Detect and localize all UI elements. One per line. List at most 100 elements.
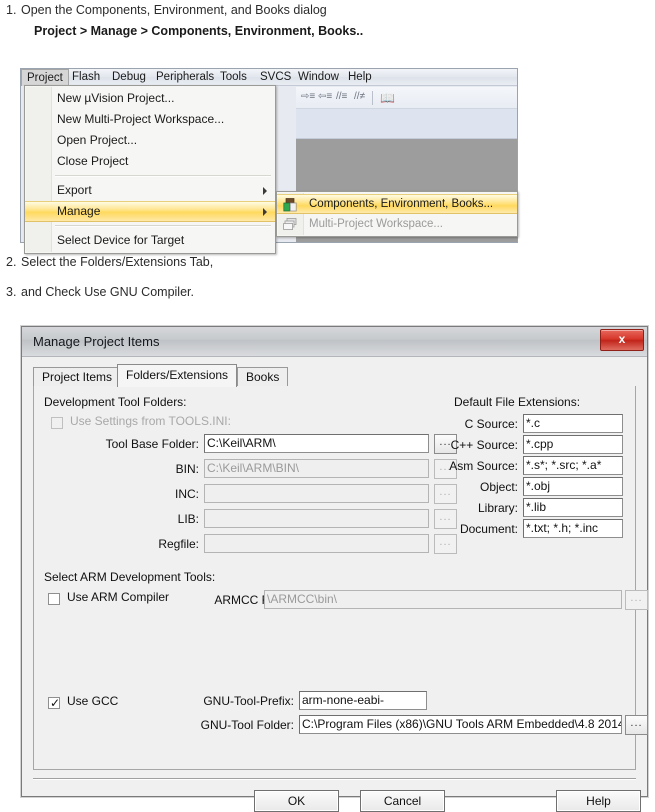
document-input[interactable]: *.txt; *.h; *.inc bbox=[523, 519, 623, 538]
asm-source-label: Asm Source: bbox=[449, 459, 518, 473]
cpp-source-input[interactable]: *.cpp bbox=[523, 435, 623, 454]
lib-label: LIB: bbox=[177, 512, 199, 526]
menubar-item-project[interactable]: Project bbox=[21, 69, 69, 86]
inc-label: INC: bbox=[175, 487, 199, 501]
menu-item-select-device-for-target[interactable]: Select Device for Target bbox=[25, 230, 275, 251]
bin-label: BIN: bbox=[175, 462, 199, 476]
menubar-item-flash[interactable]: Flash bbox=[67, 70, 105, 85]
cpp-source-label: C++ Source: bbox=[450, 438, 518, 452]
default-file-extensions-label: Default File Extensions: bbox=[454, 395, 581, 409]
step-2-number: 2. bbox=[6, 255, 17, 269]
regfile-label: Regfile: bbox=[158, 537, 199, 551]
gnu-tool-folder-browse-button[interactable]: ... bbox=[625, 715, 648, 735]
armcc-folder-browse-button[interactable]: ... bbox=[625, 590, 648, 610]
menu-item-manage-label: Manage bbox=[57, 204, 101, 218]
menu-item-close-project[interactable]: Close Project bbox=[25, 151, 275, 172]
checkmark-icon: ✓ bbox=[50, 696, 61, 710]
c-source-input[interactable]: *.c bbox=[523, 414, 623, 433]
tab-strip: Project Items Folders/Extensions Books bbox=[33, 364, 636, 387]
object-label: Object: bbox=[479, 480, 518, 494]
tab-books[interactable]: Books bbox=[237, 367, 289, 386]
menu-item-export-label: Export bbox=[57, 183, 92, 197]
menubar-item-window[interactable]: Window bbox=[293, 70, 344, 85]
step-3-text: and Check Use GNU Compiler. bbox=[21, 285, 194, 299]
step-3: 3. and Check Use GNU Compiler. bbox=[6, 285, 194, 299]
tool-base-folder-input[interactable]: C:\Keil\ARM\ bbox=[204, 434, 429, 453]
use-settings-from-tools-ini-label: Use Settings from TOOLS.INI: bbox=[70, 414, 231, 428]
comment-lines-icon[interactable]: //≡ bbox=[336, 91, 349, 105]
chevron-right-icon bbox=[263, 207, 267, 216]
submenu-item-components-label: Components, Environment, Books... bbox=[309, 198, 494, 210]
object-input[interactable]: *.obj bbox=[523, 477, 623, 496]
regfile-input[interactable] bbox=[204, 534, 429, 553]
menu-item-manage[interactable]: Manage bbox=[25, 201, 275, 222]
editor-toolbar: ⇨≡ ⇦≡ //≡ //≠ 📖 bbox=[296, 87, 517, 109]
step-1-number: 1. bbox=[6, 3, 17, 17]
books-icon[interactable]: 📖 bbox=[380, 91, 395, 105]
chevron-right-icon bbox=[263, 186, 267, 195]
document-label: Document: bbox=[459, 522, 518, 536]
indent-right-icon[interactable]: ⇨≡ bbox=[301, 91, 315, 105]
menu-item-new-multi-project-ws[interactable]: New Multi-Project Workspace... bbox=[25, 109, 275, 130]
menubar-item-tools[interactable]: Tools bbox=[215, 70, 252, 85]
step-1-subtext: Project > Manage > Components, Environme… bbox=[34, 24, 364, 38]
library-input[interactable]: *.lib bbox=[523, 498, 623, 517]
asm-source-input[interactable]: *.s*; *.src; *.a* bbox=[523, 456, 623, 475]
project-dropdown-menu: New µVision Project... New Multi-Project… bbox=[24, 85, 276, 254]
gnu-tool-folder-label: GNU-Tool Folder: bbox=[200, 718, 294, 732]
menu-separator bbox=[55, 225, 271, 227]
menubar-item-svcs[interactable]: SVCS bbox=[255, 70, 296, 85]
bin-input[interactable]: C:\Keil\ARM\BIN\ bbox=[204, 459, 429, 478]
components-books-icon bbox=[283, 198, 298, 212]
editor-tab-band bbox=[296, 109, 517, 139]
use-gcc-checkbox[interactable]: ✓ bbox=[48, 697, 60, 709]
use-arm-compiler-label: Use ARM Compiler bbox=[67, 590, 170, 604]
menu-item-new-uvision-project[interactable]: New µVision Project... bbox=[25, 88, 275, 109]
submenu-item-multi-project-workspace[interactable]: Multi-Project Workspace... bbox=[277, 214, 517, 234]
development-tool-folders-label: Development Tool Folders: bbox=[44, 395, 187, 409]
step-1: 1. Open the Components, Environment, and … bbox=[6, 3, 327, 17]
indent-left-icon[interactable]: ⇦≡ bbox=[318, 91, 332, 105]
gnu-tool-prefix-label: GNU-Tool-Prefix: bbox=[203, 694, 294, 708]
menubar-item-peripherals[interactable]: Peripherals bbox=[151, 70, 219, 85]
footer-divider bbox=[33, 778, 636, 780]
inc-input[interactable] bbox=[204, 484, 429, 503]
lib-input[interactable] bbox=[204, 509, 429, 528]
menu-item-export[interactable]: Export bbox=[25, 180, 275, 201]
tool-base-folder-label: Tool Base Folder: bbox=[105, 437, 199, 451]
tab-project-items[interactable]: Project Items bbox=[33, 367, 122, 386]
armcc-folder-input[interactable]: \ARMCC\bin\ bbox=[264, 590, 622, 609]
use-arm-compiler-checkbox[interactable] bbox=[48, 593, 60, 605]
step-2-text: Select the Folders/Extensions Tab, bbox=[21, 255, 214, 269]
step-3-number: 3. bbox=[6, 285, 17, 299]
toolbar-separator bbox=[372, 91, 373, 105]
multi-project-workspace-icon bbox=[283, 217, 298, 231]
submenu-item-components-environment-books[interactable]: Components, Environment, Books... bbox=[277, 194, 517, 214]
manage-project-items-dialog: Manage Project Items x Project Items Fol… bbox=[21, 326, 648, 812]
menubar-item-help[interactable]: Help bbox=[343, 70, 377, 85]
tab-folders-extensions[interactable]: Folders/Extensions bbox=[117, 364, 238, 387]
menu-bar: Project Flash Debug Peripherals Tools SV… bbox=[21, 69, 517, 86]
dialog-titlebar[interactable]: Manage Project Items x bbox=[22, 327, 647, 357]
use-settings-from-tools-ini-checkbox[interactable] bbox=[51, 417, 63, 429]
close-icon[interactable]: x bbox=[600, 329, 644, 351]
menu-separator bbox=[55, 175, 271, 177]
uncomment-lines-icon[interactable]: //≠ bbox=[354, 91, 367, 105]
use-gcc-label: Use GCC bbox=[67, 694, 119, 708]
regfile-browse-button[interactable]: ... bbox=[434, 534, 457, 554]
folders-extensions-panel: Development Tool Folders: Use Settings f… bbox=[33, 386, 648, 770]
library-label: Library: bbox=[477, 501, 518, 515]
step-1-text: Open the Components, Environment, and Bo… bbox=[21, 3, 327, 17]
gnu-tool-prefix-input[interactable]: arm-none-eabi- bbox=[299, 691, 427, 710]
select-arm-development-tools-label: Select ARM Development Tools: bbox=[44, 570, 216, 584]
manage-submenu: Components, Environment, Books... Multi-… bbox=[276, 191, 518, 237]
c-source-label: C Source: bbox=[464, 417, 518, 431]
cancel-button[interactable]: Cancel bbox=[360, 790, 445, 812]
dialog-title: Manage Project Items bbox=[33, 334, 160, 349]
help-button[interactable]: Help bbox=[556, 790, 641, 812]
gnu-tool-folder-input[interactable]: C:\Program Files (x86)\GNU Tools ARM Emb… bbox=[299, 715, 622, 734]
menu-item-open-project[interactable]: Open Project... bbox=[25, 130, 275, 151]
menubar-item-debug[interactable]: Debug bbox=[107, 70, 151, 85]
dialog-body: Project Items Folders/Extensions Books D… bbox=[26, 358, 648, 812]
ok-button[interactable]: OK bbox=[254, 790, 339, 812]
